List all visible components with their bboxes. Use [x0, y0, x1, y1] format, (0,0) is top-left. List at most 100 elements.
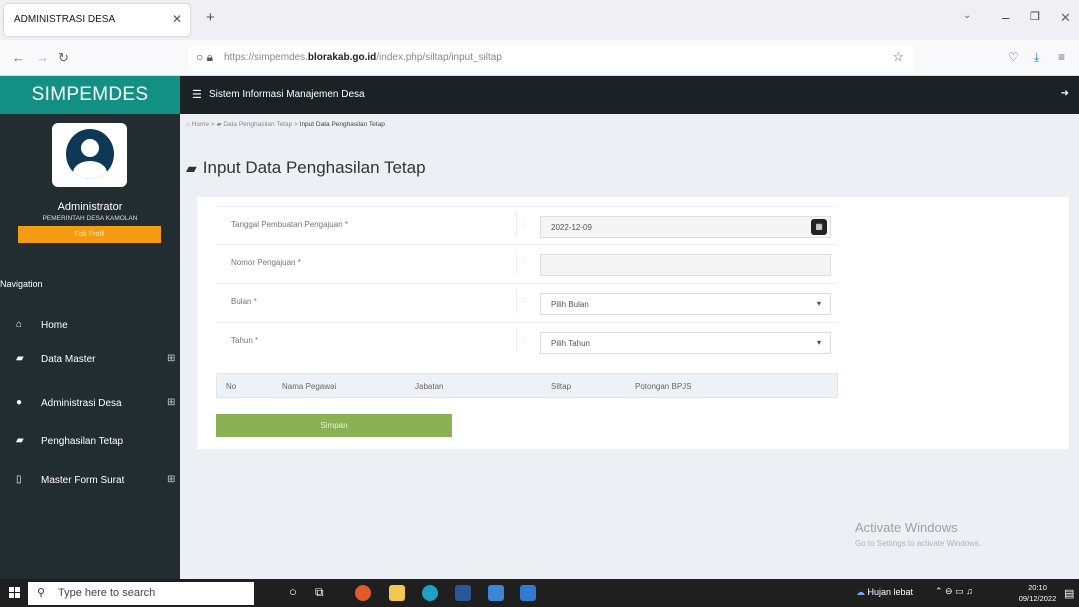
form-row-tanggal: Tanggal Pembuatan Pengajuan * : 2022-12-…: [216, 206, 838, 245]
word-icon[interactable]: [455, 585, 471, 601]
sidebar-toggle-icon[interactable]: ☰: [192, 88, 202, 101]
column-header: No: [226, 382, 237, 391]
field-separator: :: [516, 250, 530, 274]
book-icon: ▰: [16, 435, 24, 446]
field-separator: :: [516, 328, 530, 352]
sidebar-item-label: Administrasi Desa: [41, 398, 122, 409]
browser-tab-bar: ADMINISTRASI DESA ✕ + ⌄ – ❐ ✕: [0, 0, 1079, 40]
main-content: ⌂ Home > ▰ Data Penghasilan Tetap > Inpu…: [180, 114, 1079, 579]
tanggal-input[interactable]: 2022-12-09 ▦: [540, 216, 831, 238]
forward-icon[interactable]: →: [36, 50, 49, 65]
table-header: No Nama Pegawai Jabatan Siltap Potongan …: [216, 373, 838, 398]
browser-nav-bar: ← → ↻ ○ 🔒︎ https://simpemdes.blorakab.go…: [0, 40, 1079, 76]
sidebar-item-label: Master Form Surat: [41, 475, 125, 486]
column-header: Jabatan: [415, 382, 444, 391]
field-label: Bulan *: [231, 297, 257, 306]
taskbar-clock[interactable]: 20:10 09/12/2022: [1015, 582, 1060, 604]
sidebar-item-data-master[interactable]: ▰ Data Master ⊞: [0, 345, 180, 375]
system-tray-icons[interactable]: ⌃ ⊖ ▭ ♫: [935, 586, 973, 597]
address-bar[interactable]: ○ 🔒︎ https://simpemdes.blorakab.go.id/in…: [188, 45, 914, 71]
notification-icon[interactable]: ▤: [1064, 587, 1074, 600]
sidebar-item-penghasilan-tetap[interactable]: ▰ Penghasilan Tetap: [0, 427, 180, 457]
chevron-down-icon: ▾: [816, 299, 821, 308]
edit-profile-button[interactable]: Edit Profil: [18, 226, 161, 243]
book-icon: ▰: [16, 353, 24, 364]
app-header-title: Sistem Informasi Manajemen Desa: [209, 89, 365, 100]
avatar: [52, 123, 127, 187]
app-top-nav: ☰ Sistem Informasi Manajemen Desa ➜: [180, 76, 1079, 114]
new-tab-icon[interactable]: +: [206, 9, 215, 26]
logout-icon[interactable]: ➜: [1061, 88, 1069, 99]
column-header: Potongan BPJS: [635, 382, 692, 391]
task-view-icon[interactable]: ⧉: [315, 585, 324, 601]
sidebar-item-home[interactable]: ⌂ Home: [0, 311, 180, 341]
bulan-select[interactable]: Pilih Bulan ▾: [540, 293, 831, 315]
back-icon[interactable]: ←: [12, 50, 25, 65]
pocket-icon[interactable]: ♡: [1008, 50, 1019, 64]
menu-icon[interactable]: ≡: [1058, 50, 1065, 64]
calendar-icon[interactable]: ▦: [811, 219, 827, 235]
search-icon: ⚲: [37, 587, 46, 599]
windows-start-icon[interactable]: [9, 587, 20, 598]
restore-icon[interactable]: ❐: [1030, 10, 1040, 23]
mail-icon[interactable]: [520, 585, 536, 601]
shield-lock-icon: ○ 🔒︎: [196, 50, 213, 64]
column-header: Nama Pegawai: [282, 382, 337, 391]
cloud-icon: ☁: [856, 587, 865, 597]
cortana-icon[interactable]: ○: [289, 584, 297, 600]
sidebar: Administrator PEMERINTAH DESA KAMOLAN Ed…: [0, 114, 180, 579]
expand-icon: ⊞: [167, 474, 176, 485]
bookmark-star-icon[interactable]: ☆: [892, 49, 904, 65]
app-brand[interactable]: SIMPEMDES: [0, 76, 180, 114]
breadcrumb-home[interactable]: ⌂ Home: [186, 121, 209, 128]
firefox-icon[interactable]: [355, 585, 371, 601]
expand-icon: ⊞: [167, 353, 176, 364]
sidebar-item-label: Data Master: [41, 354, 96, 365]
reload-icon[interactable]: ↻: [58, 50, 69, 66]
field-separator: :: [516, 289, 530, 313]
list-tabs-icon[interactable]: ⌄: [963, 10, 971, 21]
edge-icon[interactable]: [422, 585, 438, 601]
file-icon: ▯: [16, 474, 22, 485]
user-name: Administrator: [57, 201, 123, 213]
weather-widget[interactable]: ☁ Hujan lebat: [856, 587, 913, 598]
form-row-tahun: Tahun * : Pilih Tahun ▾: [216, 322, 838, 361]
home-icon: ⌂: [16, 319, 23, 330]
user-silhouette-icon: [66, 129, 114, 179]
taskbar: ⚲ Type here to search ○ ⧉ ☁ Hujan lebat …: [0, 579, 1079, 607]
nav-section-label: Navigation: [0, 279, 43, 289]
activate-windows-watermark: Activate Windows: [855, 520, 958, 535]
minimize-icon[interactable]: –: [1002, 10, 1009, 25]
file-explorer-icon[interactable]: [389, 585, 405, 601]
sidebar-item-master-form-surat[interactable]: ▯ Master Form Surat ⊞: [0, 466, 180, 496]
breadcrumb: ⌂ Home > ▰ Data Penghasilan Tetap > Inpu…: [186, 121, 385, 128]
store-icon[interactable]: [488, 585, 504, 601]
activate-windows-hint: Go to Settings to activate Windows.: [855, 539, 982, 548]
close-window-icon[interactable]: ✕: [1060, 10, 1071, 26]
close-tab-icon[interactable]: ✕: [172, 12, 182, 26]
sidebar-item-label: Home: [41, 320, 68, 331]
tahun-select[interactable]: Pilih Tahun ▾: [540, 332, 831, 354]
user-icon: ●: [16, 397, 23, 408]
form-row-bulan: Bulan * : Pilih Bulan ▾: [216, 283, 838, 322]
field-label: Tahun *: [231, 336, 259, 345]
chevron-down-icon: ▾: [816, 338, 821, 347]
column-header: Siltap: [551, 382, 572, 391]
browser-tab[interactable]: ADMINISTRASI DESA ✕: [4, 4, 190, 36]
breadcrumb-current: Input Data Penghasilan Tetap: [299, 121, 385, 128]
book-icon: ▰: [186, 160, 197, 176]
field-label: Tanggal Pembuatan Pengajuan *: [231, 220, 348, 229]
sidebar-item-administrasi-desa[interactable]: ● Administrasi Desa ⊞: [0, 389, 180, 419]
nomor-pengajuan-input[interactable]: [540, 254, 831, 276]
user-org: PEMERINTAH DESA KAMOLAN: [42, 215, 138, 222]
field-label: Nomor Pengajuan *: [231, 258, 301, 267]
download-icon[interactable]: ⤓: [1034, 50, 1039, 65]
expand-icon: ⊞: [167, 397, 176, 408]
form-row-nomor: Nomor Pengajuan * :: [216, 244, 838, 283]
form-panel: Tanggal Pembuatan Pengajuan * : 2022-12-…: [197, 197, 1069, 449]
url-text: https://simpemdes.blorakab.go.id/index.p…: [224, 52, 502, 63]
breadcrumb-parent[interactable]: ▰ Data Penghasilan Tetap: [217, 121, 293, 128]
page-title: ▰ Input Data Penghasilan Tetap: [186, 158, 426, 177]
save-button[interactable]: Simpan: [216, 414, 452, 437]
taskbar-search-input[interactable]: ⚲ Type here to search: [28, 582, 254, 605]
